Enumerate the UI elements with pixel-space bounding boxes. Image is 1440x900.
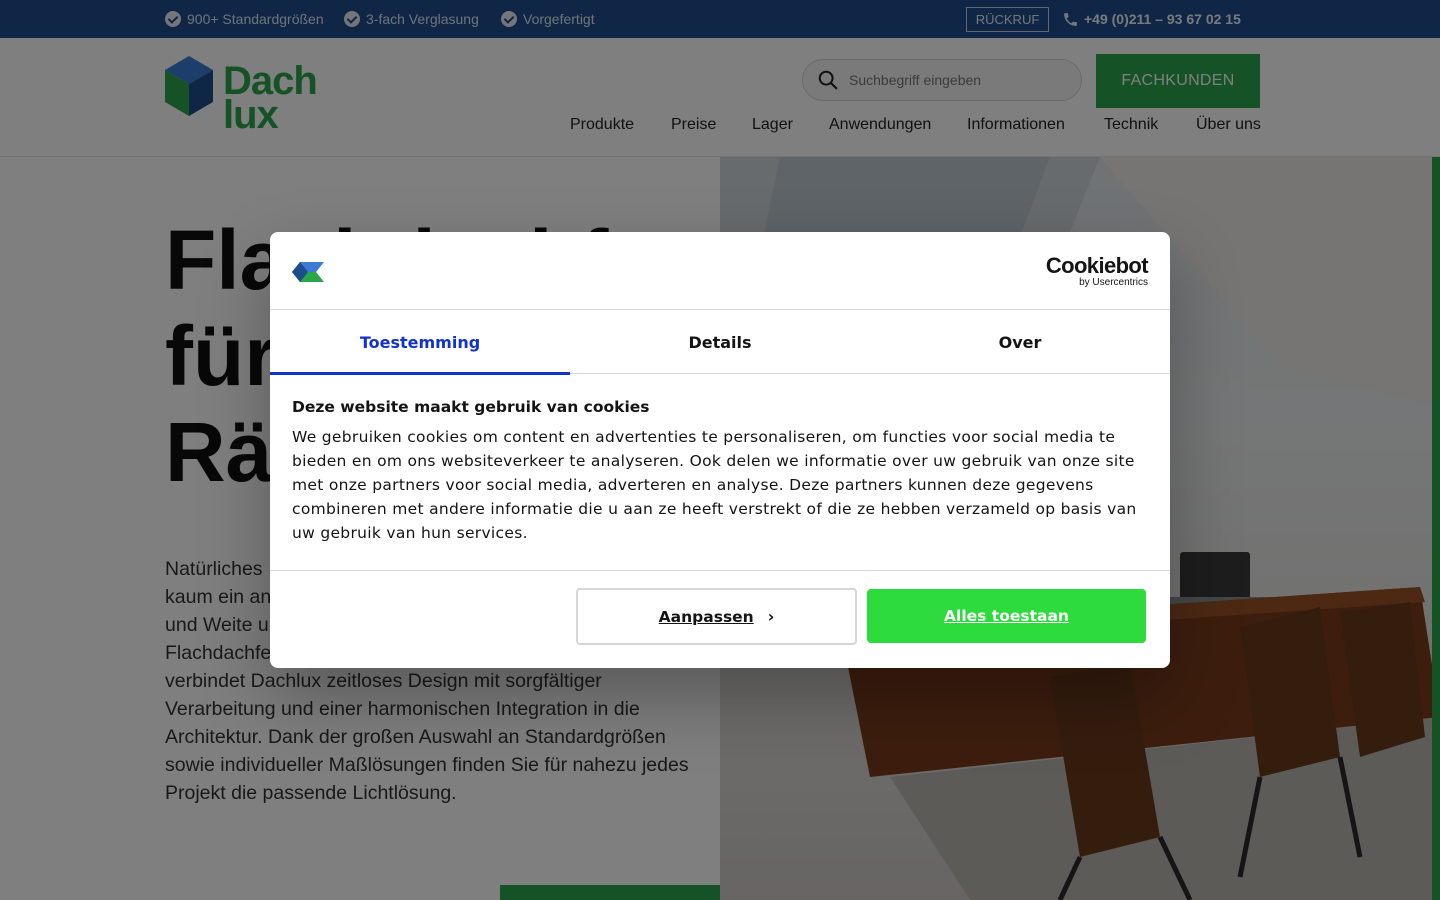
chevron-right-icon: › (767, 607, 775, 626)
customize-label: Aanpassen (658, 607, 754, 626)
dialog-tabs: Toestemming Details Over (270, 310, 1170, 375)
cookiebot-logo[interactable]: Cookiebot by Usercentrics (1045, 253, 1149, 288)
dialog-text: We gebruiken cookies om content en adver… (292, 428, 1137, 542)
tab-details[interactable]: Details (570, 310, 870, 374)
dialog-header: Cookiebot by Usercentrics (270, 232, 1170, 310)
cookie-consent-dialog: Cookiebot by Usercentrics Toestemming De… (270, 232, 1170, 668)
cookiebot-subtitle: by Usercentrics (1079, 277, 1148, 288)
cookiebot-wordmark: Cookiebot (1045, 253, 1149, 278)
dialog-heading: Deze website maakt gebruik van cookies (292, 398, 650, 416)
customize-button[interactable]: Aanpassen › (576, 588, 857, 645)
dialog-footer: Aanpassen › Alles toestaan (270, 570, 1170, 668)
tab-toestemming[interactable]: Toestemming (270, 310, 570, 375)
dialog-body: Deze website maakt gebruik van cookies W… (292, 398, 1148, 545)
site-logo-icon (292, 262, 324, 282)
tab-over[interactable]: Over (870, 310, 1170, 374)
allow-all-button[interactable]: Alles toestaan (867, 589, 1146, 643)
